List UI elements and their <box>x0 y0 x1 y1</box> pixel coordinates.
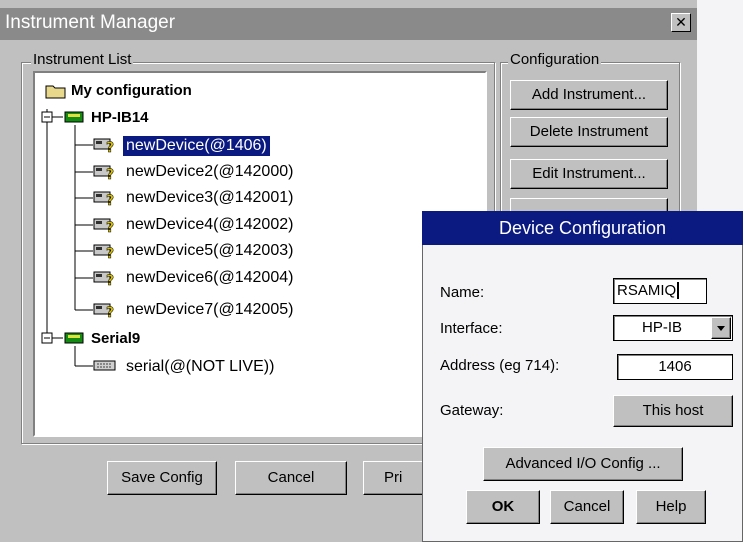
device-label: newDevice3(@142001) <box>126 189 294 206</box>
address-value: 1406 <box>658 358 692 375</box>
address-field[interactable]: 1406 <box>617 354 733 380</box>
delete-instrument-button[interactable]: Delete Instrument <box>510 117 668 147</box>
device-label: newDevice5(@142003) <box>126 242 294 259</box>
print-button-label: Pri <box>384 469 403 486</box>
name-label: Name: <box>440 284 485 301</box>
interface-card-icon <box>64 111 84 123</box>
svg-text:?: ? <box>106 167 114 181</box>
device-label: serial(@(NOT LIVE)) <box>126 358 275 375</box>
folder-icon <box>45 85 66 99</box>
interface-value: HP-IB <box>641 319 682 336</box>
add-instrument-button[interactable]: Add Instrument... <box>510 80 668 110</box>
bus-label: Serial9 <box>91 330 141 347</box>
svg-text:?: ? <box>106 246 114 260</box>
device-label: newDevice7(@142005) <box>126 301 294 318</box>
name-field[interactable]: RSAMIQ <box>613 278 707 304</box>
unknown-device-icon: ? <box>93 138 114 154</box>
instrument-list-legend: Instrument List <box>31 51 134 68</box>
device-label: newDevice(@1406) <box>123 136 270 156</box>
name-value: RSAMIQ <box>617 282 677 299</box>
ok-button[interactable]: OK <box>466 490 540 524</box>
close-button[interactable]: ✕ <box>671 13 691 32</box>
unknown-device-icon: ? <box>93 218 114 234</box>
svg-text:?: ? <box>106 273 114 287</box>
svg-text:?: ? <box>106 140 114 154</box>
serial-device-icon <box>93 360 116 371</box>
interface-select[interactable]: HP-IB <box>613 315 733 341</box>
device-label: newDevice4(@142002) <box>126 216 294 233</box>
advanced-io-config-button[interactable]: Advanced I/O Config ... <box>483 447 683 481</box>
gateway-label: Gateway: <box>440 402 504 419</box>
address-label: Address (eg 714): <box>440 357 560 374</box>
bus-label: HP-IB14 <box>91 109 149 126</box>
svg-text:?: ? <box>106 220 114 234</box>
help-button[interactable]: Help <box>636 490 706 524</box>
cancel-button[interactable]: Cancel <box>235 461 347 495</box>
device-label: newDevice6(@142004) <box>126 269 294 286</box>
unknown-device-icon: ? <box>93 165 114 181</box>
unknown-device-icon: ? <box>93 271 114 287</box>
down-arrow-glyph <box>717 326 725 331</box>
interface-label: Interface: <box>440 320 503 337</box>
configuration-legend: Configuration <box>508 51 602 68</box>
unknown-device-icon: ? <box>93 303 114 319</box>
svg-text:?: ? <box>106 305 114 319</box>
dialog-cancel-button[interactable]: Cancel <box>550 490 624 524</box>
device-label: newDevice2(@142000) <box>126 163 294 180</box>
instrument-tree[interactable]: My configuration HP-IB14 ? newDevice(@140… <box>33 71 487 437</box>
chevron-down-icon[interactable] <box>711 317 731 339</box>
unknown-device-icon: ? <box>93 191 114 207</box>
dialog-title: Device Configuration <box>422 211 743 245</box>
gateway-button[interactable]: This host <box>613 395 733 427</box>
interface-card-icon <box>64 332 84 344</box>
window-title: Instrument Manager <box>5 12 176 33</box>
tree-root-label: My configuration <box>71 82 192 99</box>
svg-text:?: ? <box>106 193 114 207</box>
unknown-device-icon: ? <box>93 244 114 260</box>
edit-instrument-button[interactable]: Edit Instrument... <box>510 159 668 189</box>
save-config-button[interactable]: Save Config <box>107 461 217 495</box>
